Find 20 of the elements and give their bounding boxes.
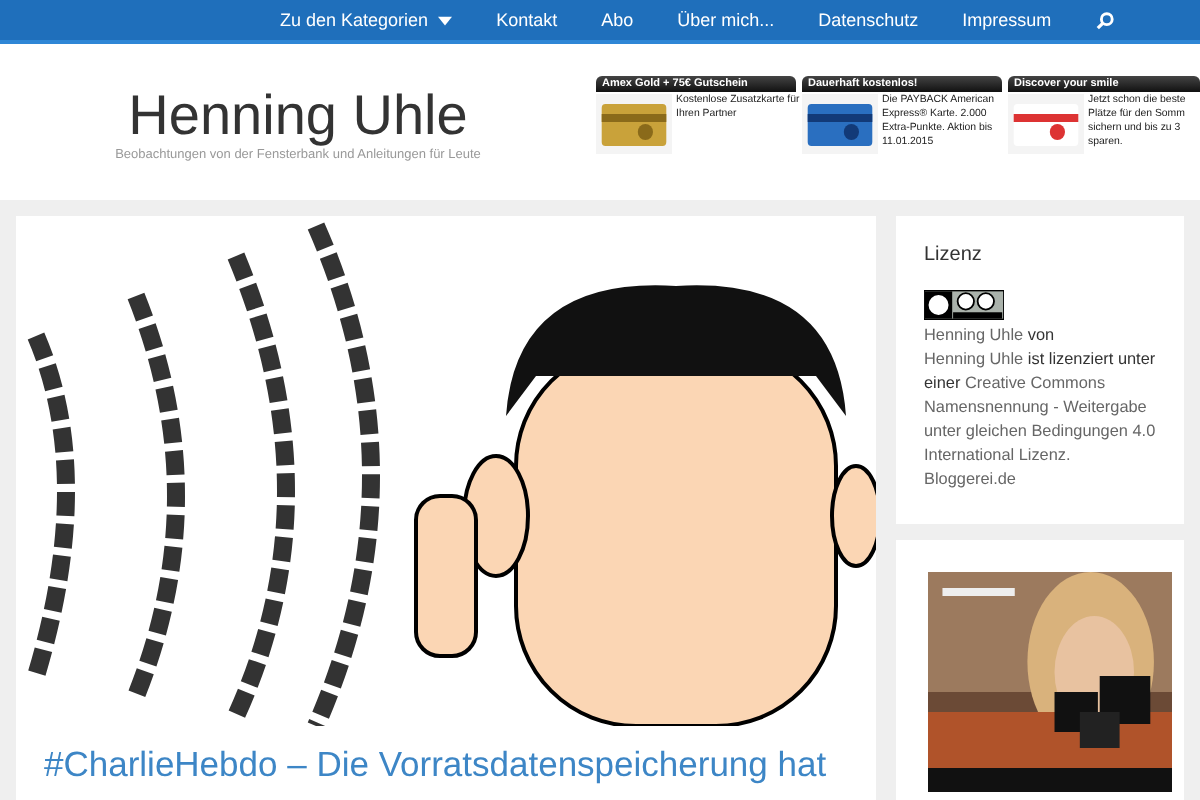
- caret-icon: [438, 15, 453, 25]
- license-link[interactable]: unter gleichen Bedingungen 4.0: [924, 422, 1156, 440]
- nav-link[interactable]: Datenschutz: [818, 10, 919, 30]
- license-badge-icon[interactable]: [924, 290, 1004, 320]
- license-link[interactable]: Bloggerei.de: [924, 470, 1016, 488]
- license-link[interactable]: Creative Commons: [965, 374, 1106, 392]
- nav-link[interactable]: Impressum: [962, 10, 1052, 30]
- site-title[interactable]: Henning Uhle: [128, 83, 468, 147]
- post-title[interactable]: #CharlieHebdo – Die Vorratsdatenspeicherung hat: [44, 742, 827, 786]
- license-link[interactable]: International Lizenz.: [924, 446, 1071, 464]
- nav-link[interactable]: Über mich...: [677, 10, 775, 30]
- nav-link[interactable]: Zu den Kategorien: [280, 10, 453, 30]
- nav-link[interactable]: Abo: [601, 10, 634, 30]
- widget-title: Lizenz: [924, 244, 984, 266]
- license-link[interactable]: Henning Uhle: [924, 350, 1024, 368]
- license-link[interactable]: Namensnennung - Weitergabe: [924, 398, 1147, 416]
- license-link[interactable]: Henning Uhle: [924, 326, 1024, 344]
- nav-link[interactable]: Kontakt: [496, 10, 558, 30]
- search-icon[interactable]: [1095, 11, 1114, 29]
- license-text: Henning Uhle von Henning Uhle ist lizenziert unter einer Creative Commons Namensnennung - Weitergabe unter gleichen Bedingungen 4.0 International Lizenz. Bloggerei.de: [924, 324, 1156, 492]
